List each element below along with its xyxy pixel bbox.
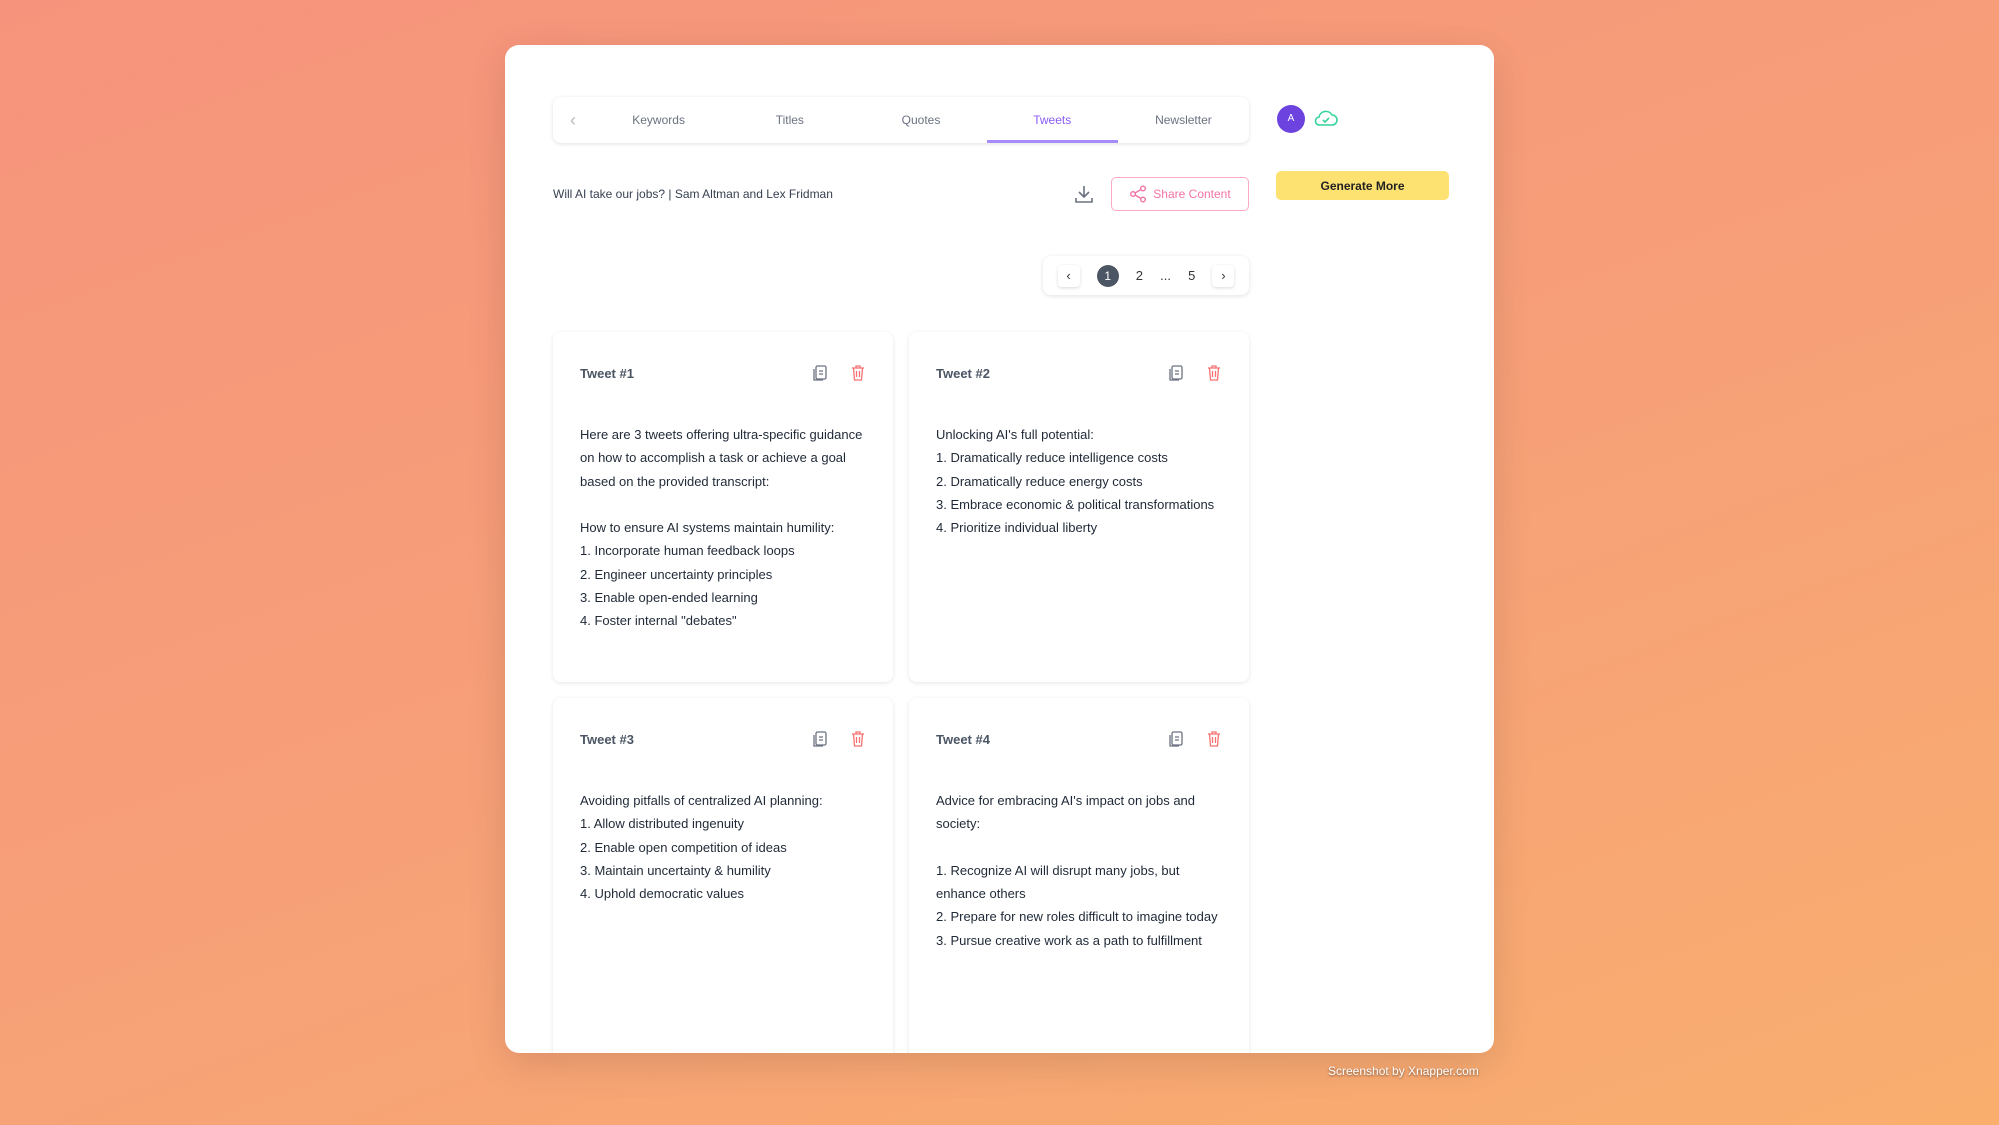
app-window: ‹ Keywords Titles Quotes Tweets Newslett… xyxy=(505,45,1494,1053)
tweet-body: Here are 3 tweets offering ultra-specifi… xyxy=(580,427,863,629)
copy-icon[interactable] xyxy=(812,730,828,748)
tweet-body: Avoiding pitfalls of centralized AI plan… xyxy=(580,793,823,902)
download-icon[interactable] xyxy=(1073,183,1095,205)
video-title: Will AI take our jobs? | Sam Altman and … xyxy=(553,187,833,201)
tweet-title: Tweet #4 xyxy=(936,731,990,747)
copy-icon[interactable] xyxy=(812,364,828,382)
tweet-card: Tweet #2 Unlocking AI's full potential: … xyxy=(909,332,1249,682)
page-ellipsis: ... xyxy=(1160,268,1171,283)
avatar[interactable]: A xyxy=(1277,105,1305,133)
tab-quotes[interactable]: Quotes xyxy=(855,97,986,143)
screenshot-credit: Screenshot by Xnapper.com xyxy=(1328,1064,1479,1078)
share-label: Share Content xyxy=(1153,187,1231,201)
generate-more-button[interactable]: Generate More xyxy=(1276,171,1449,200)
tweet-title: Tweet #2 xyxy=(936,365,990,381)
tab-keywords[interactable]: Keywords xyxy=(593,97,724,143)
tab-newsletter[interactable]: Newsletter xyxy=(1118,97,1249,143)
tweet-title: Tweet #1 xyxy=(580,365,634,381)
tweet-body: Unlocking AI's full potential: 1. Dramat… xyxy=(936,427,1215,536)
tab-bar: ‹ Keywords Titles Quotes Tweets Newslett… xyxy=(553,97,1249,143)
page-2[interactable]: 2 xyxy=(1136,268,1143,283)
trash-icon[interactable] xyxy=(850,364,866,382)
next-page-button[interactable]: › xyxy=(1212,265,1234,287)
tab-tweets[interactable]: Tweets xyxy=(986,97,1118,143)
share-content-button[interactable]: Share Content xyxy=(1111,177,1249,211)
tweet-card: Tweet #3 Avoiding pitfalls of centralize… xyxy=(553,698,893,1053)
chevron-left-icon[interactable]: ‹ xyxy=(553,110,593,131)
tweet-card: Tweet #1 Here are 3 tweets offering ultr… xyxy=(553,332,893,682)
cloud-check-icon xyxy=(1314,110,1338,126)
page-current[interactable]: 1 xyxy=(1096,264,1119,287)
trash-icon[interactable] xyxy=(1206,730,1222,748)
copy-icon[interactable] xyxy=(1168,364,1184,382)
page-5[interactable]: 5 xyxy=(1188,268,1195,283)
trash-icon[interactable] xyxy=(850,730,866,748)
trash-icon[interactable] xyxy=(1206,364,1222,382)
tab-titles[interactable]: Titles xyxy=(724,97,855,143)
tweet-card: Tweet #4 Advice for embracing AI's impac… xyxy=(909,698,1249,1053)
tweet-title: Tweet #3 xyxy=(580,731,634,747)
tweet-body: Advice for embracing AI's impact on jobs… xyxy=(936,793,1218,948)
pagination: ‹ 1 2 ... 5 › xyxy=(1043,256,1249,295)
share-icon xyxy=(1130,185,1147,203)
prev-page-button[interactable]: ‹ xyxy=(1058,265,1080,287)
copy-icon[interactable] xyxy=(1168,730,1184,748)
